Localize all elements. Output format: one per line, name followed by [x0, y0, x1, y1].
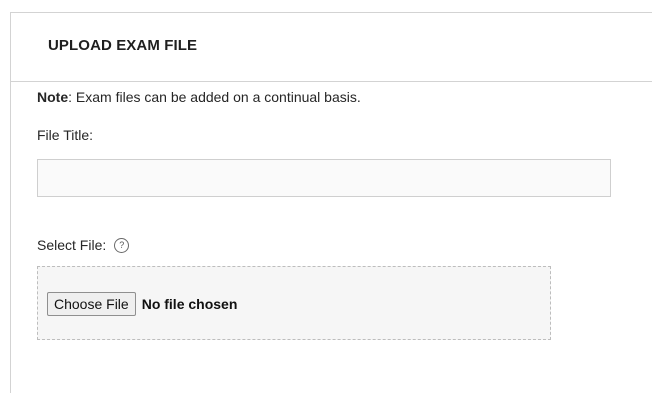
file-title-label: File Title: [37, 127, 94, 143]
note-label: Note [37, 89, 69, 105]
select-file-row: Select File: ? [37, 237, 130, 253]
choose-file-button[interactable]: Choose File [47, 292, 136, 316]
file-input-row: Choose File No file chosen [47, 292, 237, 316]
panel-header: UPLOAD EXAM FILE [11, 13, 652, 82]
select-file-label: Select File: [37, 237, 107, 253]
file-status-text: No file chosen [141, 296, 238, 312]
help-circle-icon[interactable]: ? [114, 237, 130, 253]
note-body: : Exam files can be added on a continual… [68, 89, 361, 105]
panel-title: UPLOAD EXAM FILE [48, 37, 198, 54]
file-drop-zone[interactable]: Choose File No file chosen [37, 266, 551, 340]
note-text: Note: Exam files can be added on a conti… [37, 89, 361, 105]
file-title-input[interactable] [37, 159, 611, 197]
